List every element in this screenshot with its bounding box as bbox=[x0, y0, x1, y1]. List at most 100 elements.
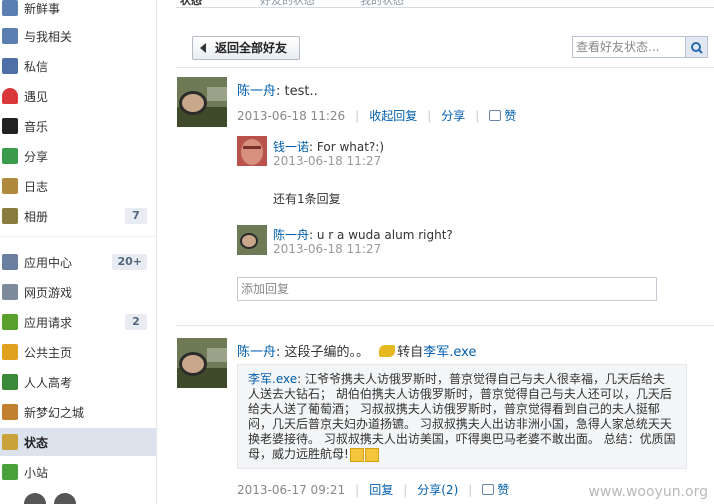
sidebar-item[interactable]: 应用请求 2 bbox=[0, 308, 156, 336]
divider bbox=[176, 325, 714, 326]
thumbs-up-icon bbox=[482, 484, 495, 495]
blog-icon bbox=[2, 178, 18, 194]
search-friends-status-input[interactable]: 查看好友状态... bbox=[572, 36, 686, 58]
avatar[interactable] bbox=[237, 225, 267, 255]
sidebar-item[interactable]: 网页游戏 bbox=[0, 278, 156, 306]
sidebar-item[interactable]: 相册 7 bbox=[0, 202, 156, 230]
sidebar-item[interactable]: 新鲜事 bbox=[0, 0, 156, 22]
feed-meta: 2013-06-18 11:26 | 收起回复 | 分享 | 赞 bbox=[237, 109, 517, 123]
quote-text: : 江爷爷携夫人访俄罗斯时，普京觉得自己与夫人很幸福，几天后给夫人送去大钻石； … bbox=[248, 372, 676, 461]
sidebar-item-label: 人人高考 bbox=[24, 375, 73, 390]
reply-text: : For what?:) bbox=[309, 140, 385, 154]
count-badge: 2 bbox=[125, 314, 147, 330]
count-badge: 7 bbox=[125, 208, 147, 224]
add-reply-input[interactable]: 添加回复 bbox=[237, 277, 657, 301]
circle-button[interactable] bbox=[54, 493, 76, 504]
reply-time: 2013-06-18 11:27 bbox=[273, 242, 382, 256]
gamepad-icon bbox=[2, 284, 18, 300]
sidebar-item-label: 网页游戏 bbox=[24, 285, 73, 300]
circle-button[interactable] bbox=[24, 493, 46, 504]
sidebar-item[interactable]: 私信 bbox=[0, 52, 156, 80]
sidebar-item[interactable]: 新梦幻之城 bbox=[0, 398, 156, 426]
search-icon bbox=[691, 42, 703, 54]
count-badge: 20+ bbox=[112, 254, 147, 270]
puzzle-icon bbox=[2, 314, 18, 330]
bottom-toolbar bbox=[24, 493, 84, 504]
reply-link[interactable]: 回复 bbox=[369, 483, 393, 497]
forward-icon bbox=[379, 345, 396, 357]
forwarded-quote: 李军.exe: 江爷爷携夫人访俄罗斯时，普京觉得自己与夫人很幸福，几天后给夫人送… bbox=[237, 364, 687, 469]
sidebar-item[interactable]: 遇见 bbox=[0, 82, 156, 110]
sidebar-item[interactable]: 分享 bbox=[0, 142, 156, 170]
sidebar-item[interactable]: 应用中心 20+ bbox=[0, 248, 156, 276]
divider bbox=[176, 67, 714, 68]
crown-emoji-icon bbox=[349, 447, 364, 462]
share-icon bbox=[2, 148, 18, 164]
share-link[interactable]: 分享(2) bbox=[417, 483, 458, 497]
collapse-replies-link[interactable]: 收起回复 bbox=[369, 109, 417, 123]
heart-icon bbox=[2, 88, 18, 104]
sidebar-item[interactable]: 小站 bbox=[0, 458, 156, 486]
search-button[interactable] bbox=[686, 36, 708, 58]
reply-author-link[interactable]: 钱一诺 bbox=[273, 140, 309, 154]
like-label: 赞 bbox=[497, 483, 510, 497]
sidebar-item[interactable]: 日志 bbox=[0, 172, 156, 200]
feed-text: : 这段子编的。。 bbox=[276, 345, 370, 360]
thumbs-up-icon bbox=[489, 110, 502, 121]
tab-status[interactable]: 状态 bbox=[180, 0, 202, 8]
sidebar-item[interactable]: 公共主页 bbox=[0, 338, 156, 366]
sidebar-item-label: 遇见 bbox=[24, 89, 49, 104]
sidebar-item-label: 私信 bbox=[24, 59, 49, 74]
reply-text: : u r a wuda alum right? bbox=[309, 228, 453, 242]
related-icon bbox=[2, 28, 18, 44]
avatar[interactable] bbox=[177, 77, 227, 127]
sidebar-item[interactable]: 状态 bbox=[0, 428, 156, 456]
feed-author-link[interactable]: 陈一舟 bbox=[237, 84, 276, 99]
game-icon bbox=[2, 404, 18, 420]
back-to-all-friends-button[interactable]: 返回全部好友 bbox=[192, 36, 301, 60]
sidebar-item-label: 音乐 bbox=[24, 119, 49, 134]
avatar[interactable] bbox=[177, 338, 227, 388]
sidebar-item-label: 日志 bbox=[24, 179, 49, 194]
album-icon bbox=[2, 208, 18, 224]
sidebar-item-label: 新梦幻之城 bbox=[24, 405, 85, 420]
reply-author-link[interactable]: 陈一舟 bbox=[273, 228, 309, 242]
forward-user-link[interactable]: 李军.exe bbox=[423, 345, 476, 360]
like-label: 赞 bbox=[504, 109, 517, 123]
feed-author-link[interactable]: 陈一舟 bbox=[237, 345, 276, 360]
feed-icon bbox=[2, 0, 18, 16]
station-icon bbox=[2, 464, 18, 480]
feed-text: : test.. bbox=[276, 84, 318, 99]
crown-emoji-icon bbox=[364, 447, 379, 462]
sidebar-item-label: 新鲜事 bbox=[24, 1, 61, 16]
feed-meta: 2013-06-17 09:21 | 回复 | 分享(2) | 赞 bbox=[237, 483, 510, 497]
forward-label: 转自 bbox=[397, 345, 424, 360]
like-link[interactable]: 赞 bbox=[482, 483, 509, 497]
sidebar: 新鲜事与我相关私信遇见音乐分享日志相册 7 应用中心 20+ 网页游戏应用请求 2 公共主页… bbox=[0, 0, 157, 504]
music-icon bbox=[2, 118, 18, 134]
share-link[interactable]: 分享 bbox=[441, 109, 465, 123]
bookmark-icon bbox=[2, 344, 18, 360]
top-tabs: 状态 好友的状态 我的状态 bbox=[176, 0, 714, 8]
more-replies-link[interactable]: 还有1条回复 bbox=[273, 190, 341, 207]
sidebar-divider bbox=[0, 236, 156, 237]
sidebar-item-label: 公共主页 bbox=[24, 345, 73, 360]
status-icon bbox=[2, 434, 18, 450]
sidebar-item-label: 分享 bbox=[24, 149, 49, 164]
sidebar-item[interactable]: 与我相关 bbox=[0, 22, 156, 50]
feed-time: 2013-06-17 09:21 bbox=[237, 483, 346, 497]
feed-time: 2013-06-18 11:26 bbox=[237, 109, 346, 123]
reply-time: 2013-06-18 11:27 bbox=[273, 154, 382, 168]
like-link[interactable]: 赞 bbox=[489, 109, 516, 123]
quote-author-link[interactable]: 李军.exe bbox=[248, 372, 297, 386]
question-icon bbox=[2, 374, 18, 390]
tab-friends-status[interactable]: 好友的状态 bbox=[260, 0, 315, 8]
watermark: www.wooyun.org bbox=[588, 484, 708, 500]
sidebar-item-label: 应用中心 bbox=[24, 255, 73, 270]
sidebar-item[interactable]: 音乐 bbox=[0, 112, 156, 140]
avatar[interactable] bbox=[237, 136, 267, 166]
sidebar-item-label: 应用请求 bbox=[24, 315, 73, 330]
sidebar-item-label: 小站 bbox=[24, 465, 49, 480]
tab-my-status[interactable]: 我的状态 bbox=[360, 0, 404, 8]
sidebar-item[interactable]: 人人高考 bbox=[0, 368, 156, 396]
